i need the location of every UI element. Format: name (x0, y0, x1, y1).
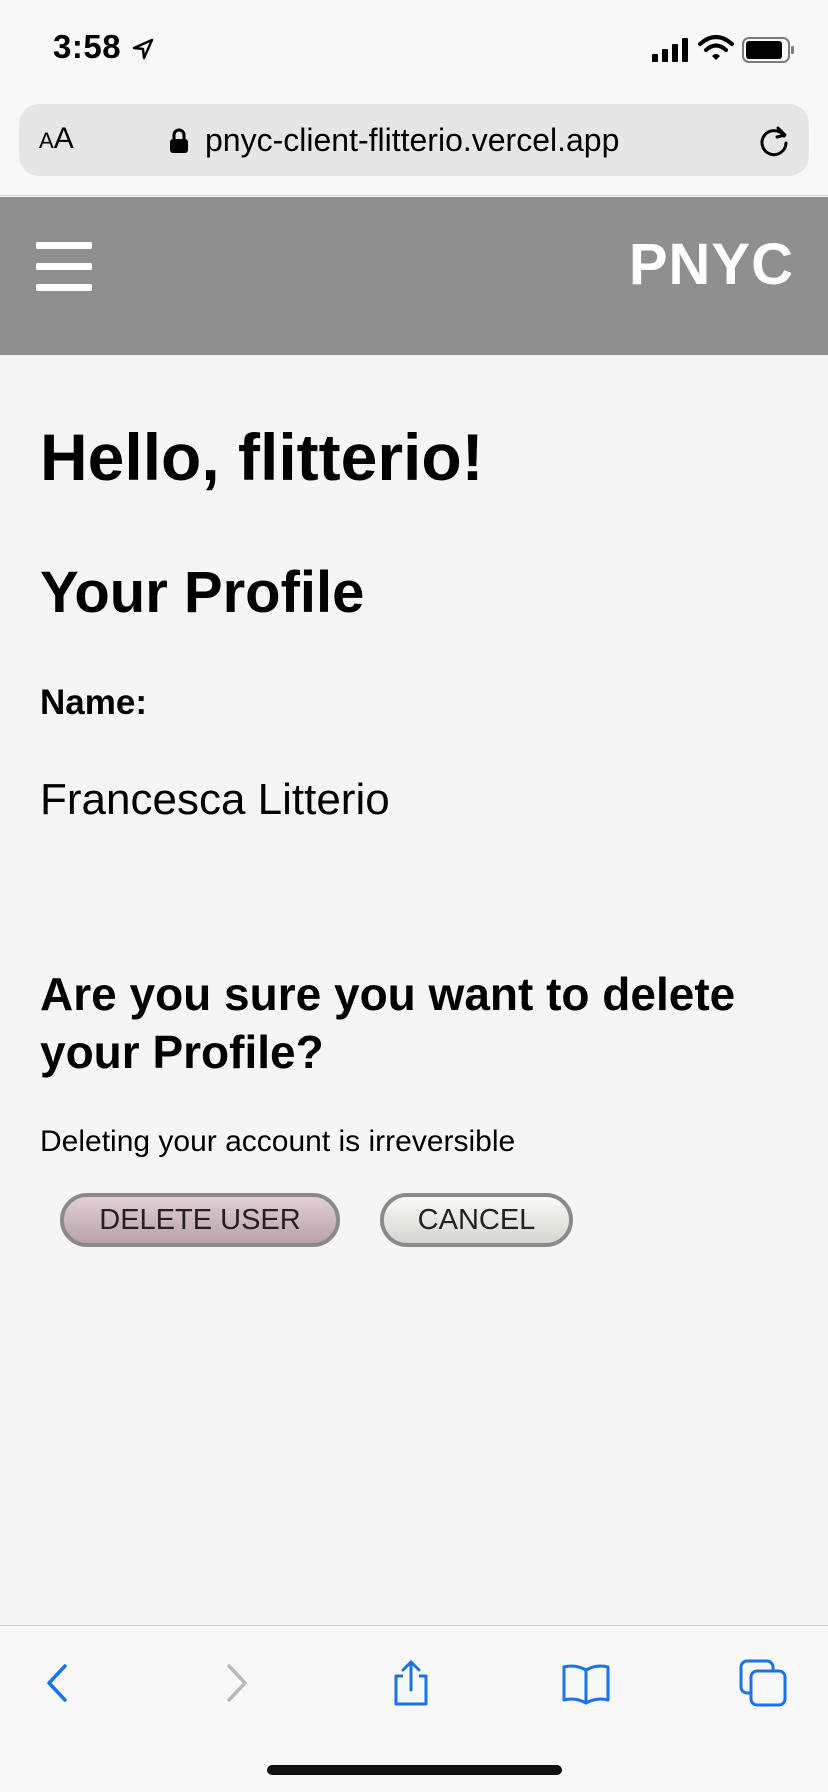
browser-address-area: AA pnyc-client-flitterio.vercel.app (0, 100, 828, 196)
url-text[interactable]: pnyc-client-flitterio.vercel.app (205, 122, 619, 159)
forward-icon[interactable] (211, 1658, 261, 1708)
share-icon[interactable] (386, 1658, 436, 1708)
page: 3:58 AA pnyc-client-flitterio.vercel.app… (0, 0, 828, 1792)
irreversible-warning: Deleting your account is irreversible (40, 1125, 516, 1158)
status-time: 3:58 (53, 28, 122, 65)
lock-icon (170, 128, 188, 153)
delete-confirm-heading: Are you sure you want to delete your Pro… (40, 968, 736, 1078)
wifi-icon (698, 35, 734, 60)
name-value: Francesca Litterio (40, 775, 390, 824)
signal-icon (652, 38, 688, 62)
cancel-button[interactable]: CANCEL (380, 1193, 573, 1247)
status-bar: 3:58 (0, 0, 828, 100)
delete-user-button[interactable]: DELETE USER (60, 1193, 340, 1247)
home-indicator (267, 1765, 562, 1775)
greeting-heading: Hello, flitterio! (40, 420, 484, 494)
location-arrow-icon (132, 38, 154, 60)
profile-heading: Your Profile (40, 560, 365, 625)
back-icon[interactable] (33, 1658, 83, 1708)
hamburger-menu-icon[interactable] (36, 242, 92, 292)
reload-icon[interactable] (757, 124, 791, 158)
main-content: Hello, flitterio! Your Profile Name: Fra… (0, 355, 828, 1625)
name-label: Name: (40, 683, 147, 722)
address-bar[interactable]: AA pnyc-client-flitterio.vercel.app (19, 104, 809, 176)
text-size-button[interactable]: AA (39, 122, 74, 156)
tabs-icon[interactable] (738, 1658, 788, 1708)
brand-logo-text[interactable]: PNYC (629, 231, 794, 298)
bookmarks-icon[interactable] (561, 1658, 611, 1708)
app-header: PNYC (0, 197, 828, 355)
battery-icon (742, 37, 794, 63)
